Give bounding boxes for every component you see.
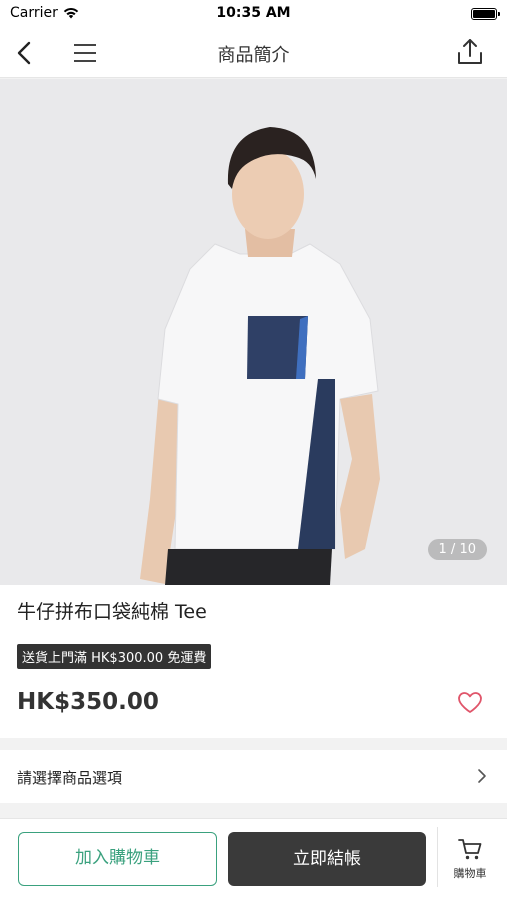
image-counter: 1 / 10 [427,539,487,560]
nav-bar: 商品簡介 [0,28,507,78]
product-info: 牛仔拼布口袋純棉 Tee 送貨上門滿 HK$300.00 免運費 HK$350.… [0,585,507,738]
options-label: 請選擇商品選項 [17,769,123,787]
page-title: 商品簡介 [217,45,290,66]
bottom-action-bar: 加入購物車 立即結帳 購物車 [0,818,507,900]
cart-tab-button[interactable]: 購物車 [440,833,500,889]
checkout-button[interactable]: 立即結帳 [228,832,426,886]
status-bar: Carrier 10:35 AM [0,0,507,28]
status-time: 10:35 AM [216,5,291,21]
shipping-promo-badge: 送貨上門滿 HK$300.00 免運費 [17,644,212,669]
divider [437,827,438,887]
add-to-cart-button[interactable]: 加入購物車 [18,832,217,886]
share-icon[interactable] [455,36,485,68]
heart-outline-icon[interactable] [457,691,483,715]
chevron-right-icon [477,768,487,784]
product-name: 牛仔拼布口袋純棉 Tee [17,601,207,623]
shopping-cart-icon [457,837,483,861]
cart-label: 購物車 [453,867,487,880]
product-options-row[interactable]: 請選擇商品選項 [0,750,507,803]
product-price: HK$350.00 [17,689,159,715]
product-photo [0,79,507,585]
battery-icon [471,8,500,20]
product-image-carousel[interactable]: 1 / 10 [0,79,507,585]
